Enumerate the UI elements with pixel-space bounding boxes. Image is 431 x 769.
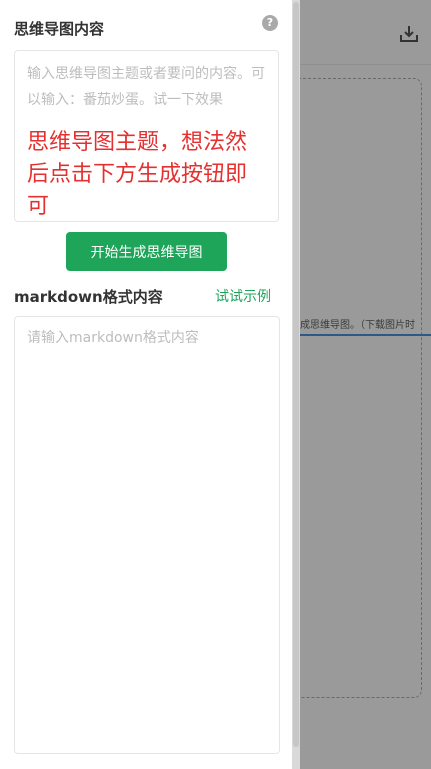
topic-annotation-text: 思维导图主题，想法然后点击下方生成按钮即可 <box>27 130 248 219</box>
generate-mindmap-button[interactable]: 开始生成思维导图 <box>66 232 227 271</box>
mindmap-input-panel: 思维导图内容 ? 输入思维导图主题或者要问的内容。可以输入：番茄炒蛋。试一下效果… <box>0 0 292 769</box>
canvas-hint-text: 成思维导图。（下载图片时 <box>300 320 415 331</box>
markdown-input[interactable] <box>14 316 280 754</box>
panel-scrollbar[interactable] <box>292 0 300 769</box>
topic-input-box[interactable]: 输入思维导图主题或者要问的内容。可以输入：番茄炒蛋。试一下效果 思维导图主题，想… <box>14 50 279 222</box>
try-example-link[interactable]: 试试示例 <box>215 286 271 306</box>
markdown-section-title: markdown格式内容 <box>14 288 163 306</box>
panel-title: 思维导图内容 <box>14 20 105 38</box>
canvas-hint-underline <box>300 334 431 336</box>
panel-scrollbar-thumb[interactable] <box>293 2 299 747</box>
mindmap-canvas <box>300 78 422 698</box>
toolbar-divider <box>300 64 431 65</box>
question-mark-icon[interactable]: ? <box>262 15 278 31</box>
download-icon[interactable] <box>397 22 421 46</box>
topic-input-placeholder: 输入思维导图主题或者要问的内容。可以输入：番茄炒蛋。试一下效果 <box>27 66 265 108</box>
mindmap-preview-area: 成思维导图。（下载图片时 <box>300 0 431 769</box>
